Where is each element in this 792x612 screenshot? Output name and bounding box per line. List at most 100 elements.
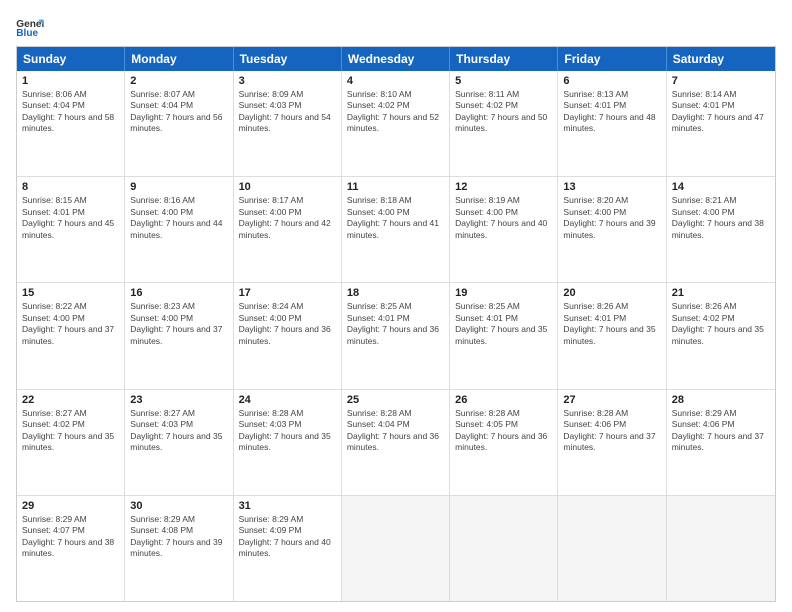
day-number: 6 <box>563 75 660 87</box>
cell-info: Sunrise: 8:18 AMSunset: 4:00 PMDaylight:… <box>347 195 444 241</box>
cell-info: Sunrise: 8:24 AMSunset: 4:00 PMDaylight:… <box>239 301 336 347</box>
header-day-sunday: Sunday <box>17 47 125 71</box>
day-number: 10 <box>239 181 336 193</box>
day-number: 15 <box>22 287 119 299</box>
cell-info: Sunrise: 8:23 AMSunset: 4:00 PMDaylight:… <box>130 301 227 347</box>
day-number: 25 <box>347 394 444 406</box>
calendar-cell-29: 29 Sunrise: 8:29 AMSunset: 4:07 PMDaylig… <box>17 496 125 601</box>
calendar-cell-16: 16 Sunrise: 8:23 AMSunset: 4:00 PMDaylig… <box>125 283 233 388</box>
cell-info: Sunrise: 8:19 AMSunset: 4:00 PMDaylight:… <box>455 195 552 241</box>
logo-icon: General Blue <box>16 16 44 38</box>
day-number: 29 <box>22 500 119 512</box>
page: General Blue SundayMondayTuesdayWednesda… <box>0 0 792 612</box>
cell-info: Sunrise: 8:28 AMSunset: 4:04 PMDaylight:… <box>347 408 444 454</box>
cell-info: Sunrise: 8:20 AMSunset: 4:00 PMDaylight:… <box>563 195 660 241</box>
day-number: 13 <box>563 181 660 193</box>
calendar-week-4: 22 Sunrise: 8:27 AMSunset: 4:02 PMDaylig… <box>17 390 775 496</box>
cell-info: Sunrise: 8:29 AMSunset: 4:08 PMDaylight:… <box>130 514 227 560</box>
day-number: 3 <box>239 75 336 87</box>
calendar-cell-18: 18 Sunrise: 8:25 AMSunset: 4:01 PMDaylig… <box>342 283 450 388</box>
day-number: 30 <box>130 500 227 512</box>
day-number: 8 <box>22 181 119 193</box>
header-day-wednesday: Wednesday <box>342 47 450 71</box>
day-number: 11 <box>347 181 444 193</box>
calendar-cell-4: 4 Sunrise: 8:10 AMSunset: 4:02 PMDayligh… <box>342 71 450 176</box>
calendar-week-2: 8 Sunrise: 8:15 AMSunset: 4:01 PMDayligh… <box>17 177 775 283</box>
calendar-cell-10: 10 Sunrise: 8:17 AMSunset: 4:00 PMDaylig… <box>234 177 342 282</box>
cell-info: Sunrise: 8:27 AMSunset: 4:02 PMDaylight:… <box>22 408 119 454</box>
calendar-cell-31: 31 Sunrise: 8:29 AMSunset: 4:09 PMDaylig… <box>234 496 342 601</box>
header-day-monday: Monday <box>125 47 233 71</box>
calendar-cell-13: 13 Sunrise: 8:20 AMSunset: 4:00 PMDaylig… <box>558 177 666 282</box>
day-number: 16 <box>130 287 227 299</box>
cell-info: Sunrise: 8:13 AMSunset: 4:01 PMDaylight:… <box>563 89 660 135</box>
header-day-friday: Friday <box>558 47 666 71</box>
header-day-thursday: Thursday <box>450 47 558 71</box>
calendar-cell-empty <box>342 496 450 601</box>
cell-info: Sunrise: 8:25 AMSunset: 4:01 PMDaylight:… <box>455 301 552 347</box>
cell-info: Sunrise: 8:26 AMSunset: 4:02 PMDaylight:… <box>672 301 770 347</box>
day-number: 1 <box>22 75 119 87</box>
cell-info: Sunrise: 8:26 AMSunset: 4:01 PMDaylight:… <box>563 301 660 347</box>
header-day-saturday: Saturday <box>667 47 775 71</box>
calendar-cell-2: 2 Sunrise: 8:07 AMSunset: 4:04 PMDayligh… <box>125 71 233 176</box>
calendar-cell-8: 8 Sunrise: 8:15 AMSunset: 4:01 PMDayligh… <box>17 177 125 282</box>
calendar-cell-17: 17 Sunrise: 8:24 AMSunset: 4:00 PMDaylig… <box>234 283 342 388</box>
calendar-week-1: 1 Sunrise: 8:06 AMSunset: 4:04 PMDayligh… <box>17 71 775 177</box>
calendar-cell-1: 1 Sunrise: 8:06 AMSunset: 4:04 PMDayligh… <box>17 71 125 176</box>
calendar-cell-20: 20 Sunrise: 8:26 AMSunset: 4:01 PMDaylig… <box>558 283 666 388</box>
day-number: 21 <box>672 287 770 299</box>
day-number: 9 <box>130 181 227 193</box>
cell-info: Sunrise: 8:28 AMSunset: 4:05 PMDaylight:… <box>455 408 552 454</box>
cell-info: Sunrise: 8:15 AMSunset: 4:01 PMDaylight:… <box>22 195 119 241</box>
day-number: 27 <box>563 394 660 406</box>
calendar-cell-25: 25 Sunrise: 8:28 AMSunset: 4:04 PMDaylig… <box>342 390 450 495</box>
calendar-body: 1 Sunrise: 8:06 AMSunset: 4:04 PMDayligh… <box>17 71 775 601</box>
calendar-cell-30: 30 Sunrise: 8:29 AMSunset: 4:08 PMDaylig… <box>125 496 233 601</box>
calendar-cell-27: 27 Sunrise: 8:28 AMSunset: 4:06 PMDaylig… <box>558 390 666 495</box>
logo: General Blue <box>16 16 50 38</box>
cell-info: Sunrise: 8:29 AMSunset: 4:07 PMDaylight:… <box>22 514 119 560</box>
day-number: 22 <box>22 394 119 406</box>
calendar-cell-23: 23 Sunrise: 8:27 AMSunset: 4:03 PMDaylig… <box>125 390 233 495</box>
calendar-cell-empty <box>667 496 775 601</box>
day-number: 2 <box>130 75 227 87</box>
day-number: 31 <box>239 500 336 512</box>
day-number: 28 <box>672 394 770 406</box>
cell-info: Sunrise: 8:11 AMSunset: 4:02 PMDaylight:… <box>455 89 552 135</box>
day-number: 4 <box>347 75 444 87</box>
cell-info: Sunrise: 8:06 AMSunset: 4:04 PMDaylight:… <box>22 89 119 135</box>
calendar-cell-11: 11 Sunrise: 8:18 AMSunset: 4:00 PMDaylig… <box>342 177 450 282</box>
day-number: 24 <box>239 394 336 406</box>
day-number: 23 <box>130 394 227 406</box>
cell-info: Sunrise: 8:25 AMSunset: 4:01 PMDaylight:… <box>347 301 444 347</box>
day-number: 19 <box>455 287 552 299</box>
day-number: 17 <box>239 287 336 299</box>
header-day-tuesday: Tuesday <box>234 47 342 71</box>
cell-info: Sunrise: 8:21 AMSunset: 4:00 PMDaylight:… <box>672 195 770 241</box>
cell-info: Sunrise: 8:27 AMSunset: 4:03 PMDaylight:… <box>130 408 227 454</box>
cell-info: Sunrise: 8:16 AMSunset: 4:00 PMDaylight:… <box>130 195 227 241</box>
calendar-header: SundayMondayTuesdayWednesdayThursdayFrid… <box>17 47 775 71</box>
calendar-cell-6: 6 Sunrise: 8:13 AMSunset: 4:01 PMDayligh… <box>558 71 666 176</box>
calendar-cell-3: 3 Sunrise: 8:09 AMSunset: 4:03 PMDayligh… <box>234 71 342 176</box>
calendar-cell-22: 22 Sunrise: 8:27 AMSunset: 4:02 PMDaylig… <box>17 390 125 495</box>
calendar-week-5: 29 Sunrise: 8:29 AMSunset: 4:07 PMDaylig… <box>17 496 775 601</box>
calendar-cell-21: 21 Sunrise: 8:26 AMSunset: 4:02 PMDaylig… <box>667 283 775 388</box>
calendar-cell-7: 7 Sunrise: 8:14 AMSunset: 4:01 PMDayligh… <box>667 71 775 176</box>
calendar-cell-empty <box>450 496 558 601</box>
cell-info: Sunrise: 8:10 AMSunset: 4:02 PMDaylight:… <box>347 89 444 135</box>
cell-info: Sunrise: 8:17 AMSunset: 4:00 PMDaylight:… <box>239 195 336 241</box>
calendar-cell-12: 12 Sunrise: 8:19 AMSunset: 4:00 PMDaylig… <box>450 177 558 282</box>
calendar-week-3: 15 Sunrise: 8:22 AMSunset: 4:00 PMDaylig… <box>17 283 775 389</box>
cell-info: Sunrise: 8:28 AMSunset: 4:06 PMDaylight:… <box>563 408 660 454</box>
day-number: 12 <box>455 181 552 193</box>
calendar-cell-15: 15 Sunrise: 8:22 AMSunset: 4:00 PMDaylig… <box>17 283 125 388</box>
day-number: 26 <box>455 394 552 406</box>
svg-text:Blue: Blue <box>16 28 38 38</box>
cell-info: Sunrise: 8:29 AMSunset: 4:09 PMDaylight:… <box>239 514 336 560</box>
day-number: 20 <box>563 287 660 299</box>
day-number: 14 <box>672 181 770 193</box>
cell-info: Sunrise: 8:28 AMSunset: 4:03 PMDaylight:… <box>239 408 336 454</box>
calendar-cell-26: 26 Sunrise: 8:28 AMSunset: 4:05 PMDaylig… <box>450 390 558 495</box>
